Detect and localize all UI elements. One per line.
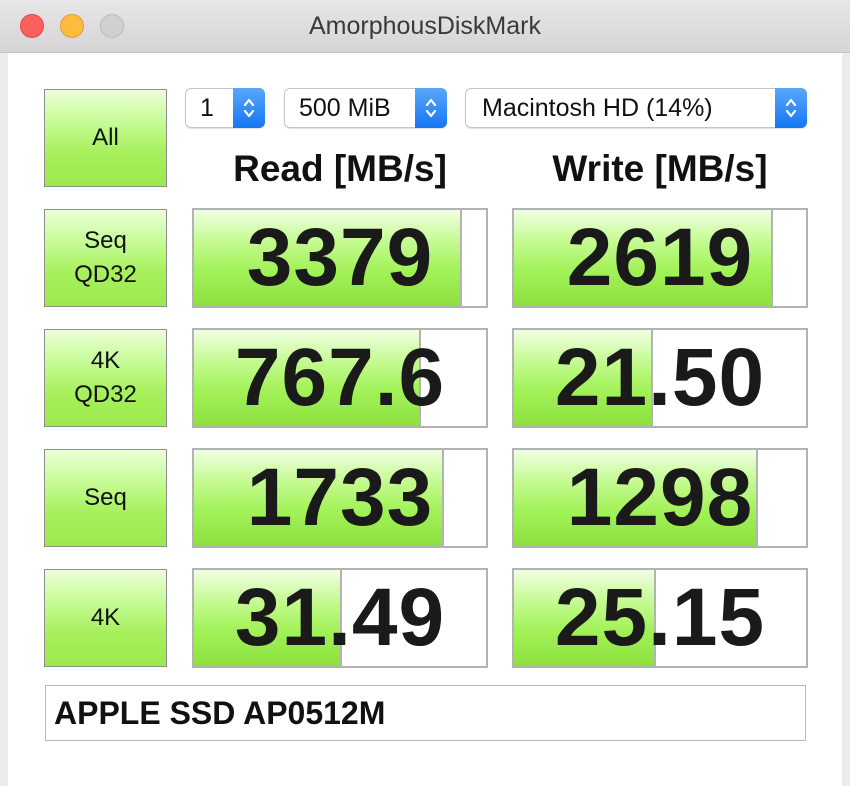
result-value: 31.49 xyxy=(234,572,446,663)
drive-value: Macintosh HD (14%) xyxy=(482,93,713,122)
test-count-value: 1 xyxy=(200,93,214,122)
test-size-select[interactable]: 500 MiB xyxy=(284,88,447,128)
seq-qd32-button[interactable]: Seq QD32 xyxy=(44,209,167,307)
seq-qd32-write-result: 2619 xyxy=(512,208,808,308)
result-value: 21.50 xyxy=(554,332,766,423)
result-value: 1298 xyxy=(566,452,754,543)
window-title: AmorphousDiskMark xyxy=(308,12,541,40)
test-size-value: 500 MiB xyxy=(299,93,391,122)
4k-button[interactable]: 4K xyxy=(44,569,167,667)
4k-qd32-read-result: 767.6 xyxy=(192,328,488,428)
up-down-stepper-icon[interactable] xyxy=(233,88,265,128)
seq-write-result: 1298 xyxy=(512,448,808,548)
test-count-select[interactable]: 1 xyxy=(185,88,265,128)
app-window: AmorphousDiskMark All Seq QD32 4K QD32 S… xyxy=(0,0,850,786)
title-bar: AmorphousDiskMark xyxy=(0,0,850,53)
4k-qd32-button[interactable]: 4K QD32 xyxy=(44,329,167,427)
seq-read-result: 1733 xyxy=(192,448,488,548)
result-value: 2619 xyxy=(566,212,754,303)
result-value: 3379 xyxy=(246,212,434,303)
result-value: 767.6 xyxy=(234,332,446,423)
4k-read-result: 31.49 xyxy=(192,568,488,668)
up-down-stepper-icon[interactable] xyxy=(775,88,807,128)
write-header: Write [MB/s] xyxy=(552,148,768,189)
all-button[interactable]: All xyxy=(44,89,167,187)
drive-select[interactable]: Macintosh HD (14%) xyxy=(465,88,807,128)
result-value: 25.15 xyxy=(554,572,766,663)
seq-button[interactable]: Seq xyxy=(44,449,167,547)
device-name-field[interactable]: APPLE SSD AP0512M xyxy=(45,685,806,741)
up-down-stepper-icon[interactable] xyxy=(415,88,447,128)
seq-qd32-read-result: 3379 xyxy=(192,208,488,308)
4k-qd32-write-result: 21.50 xyxy=(512,328,808,428)
read-header: Read [MB/s] xyxy=(233,148,447,189)
result-value: 1733 xyxy=(246,452,434,543)
4k-write-result: 25.15 xyxy=(512,568,808,668)
